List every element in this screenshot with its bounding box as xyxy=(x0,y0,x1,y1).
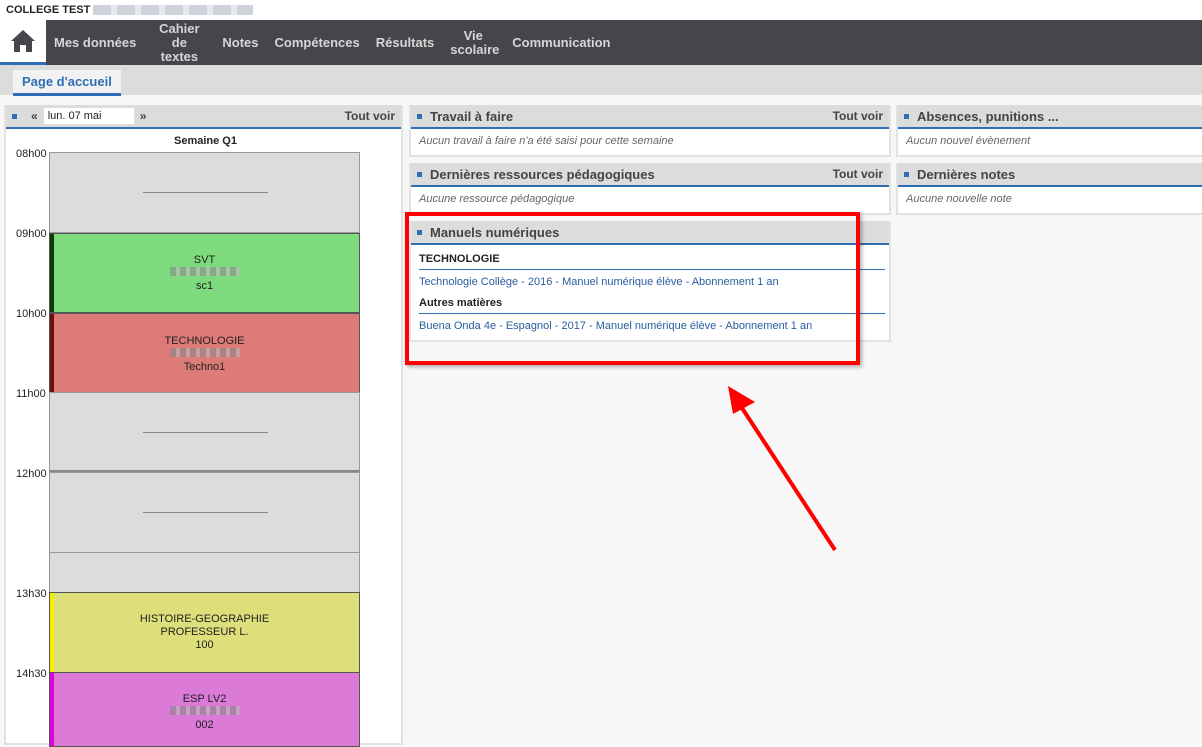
arrow-annotation xyxy=(728,386,837,552)
